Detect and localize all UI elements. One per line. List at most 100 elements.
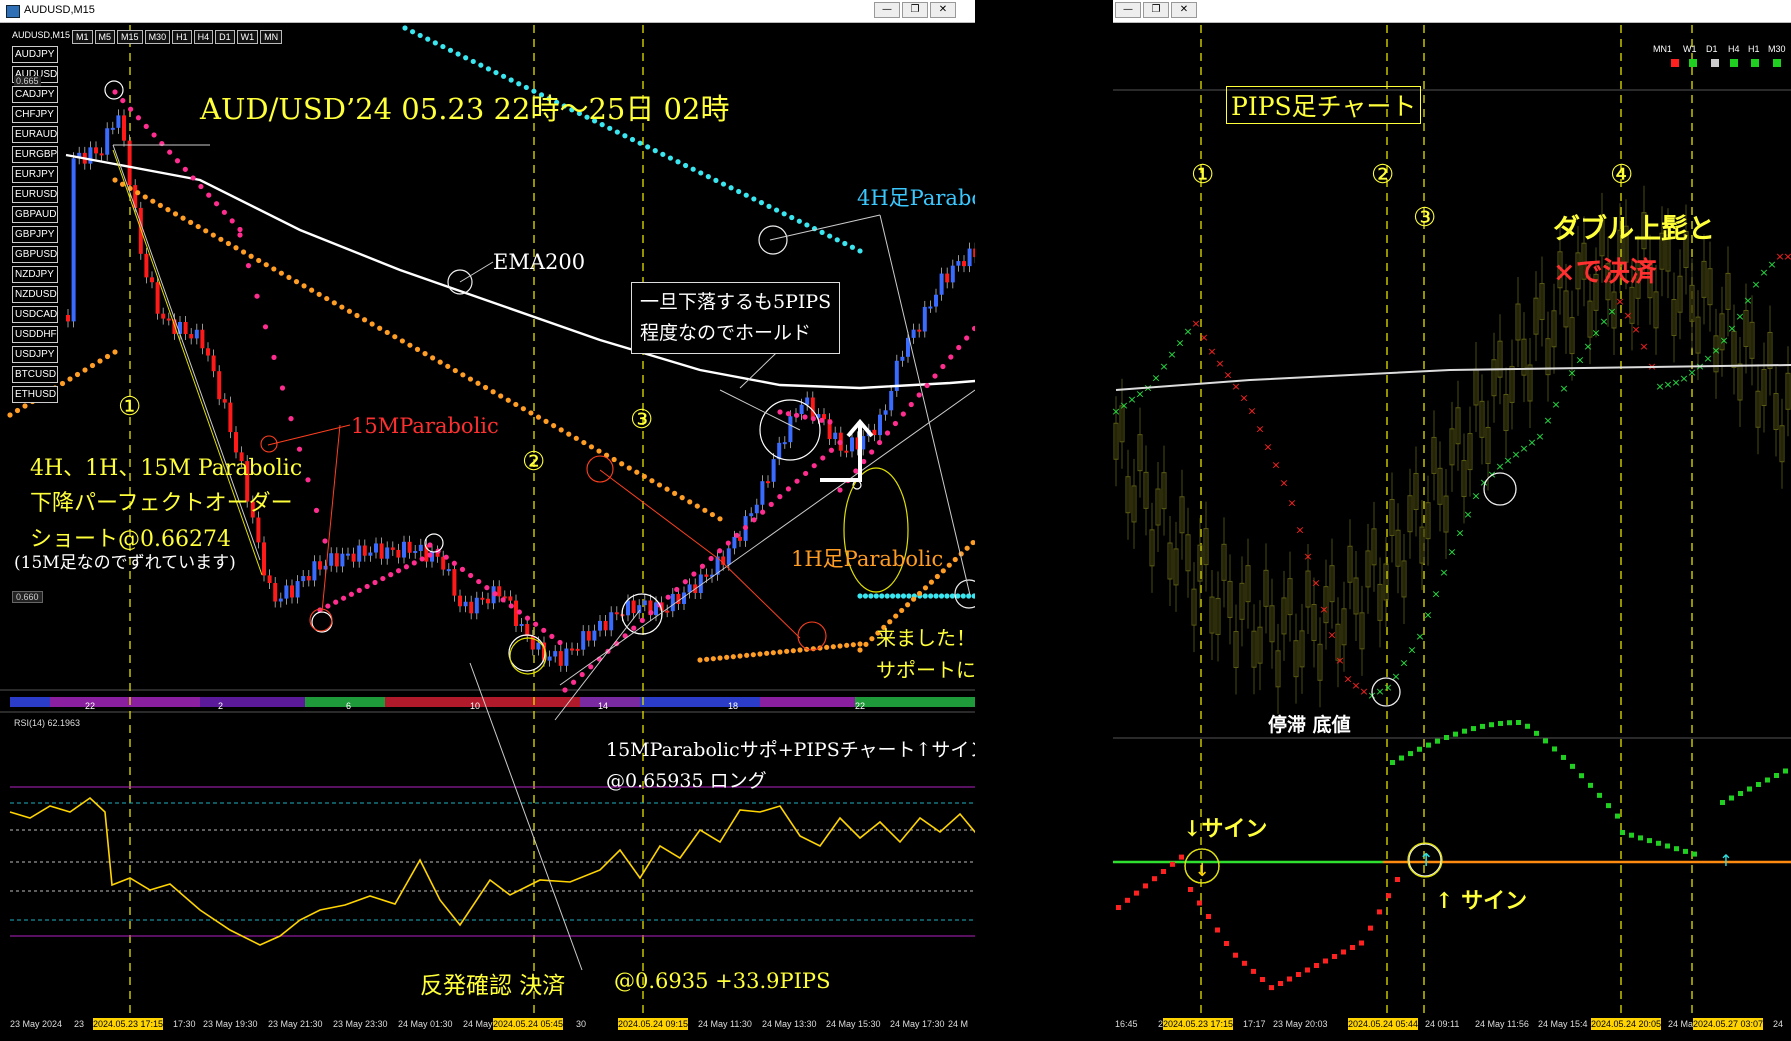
maximize-button[interactable]: ❐ (1143, 2, 1169, 18)
histogram-up-dot (1774, 773, 1779, 778)
parabolic-1h-dot (784, 648, 790, 654)
left-window-titlebar[interactable]: AUDUSD,M15 — ❐ ✕ (0, 0, 975, 23)
symbol-button[interactable]: USDJPY (12, 346, 58, 363)
parabolic-4h-dot (463, 55, 469, 61)
parabolic-15m-dot (811, 463, 817, 469)
bear-candle (810, 397, 815, 418)
parabolic-1h-dot (869, 636, 875, 642)
bear-candle (486, 598, 490, 604)
minimize-button[interactable]: — (874, 2, 900, 18)
histogram-down-dot (1386, 893, 1391, 899)
bear-candle (306, 576, 311, 581)
bear-candle (665, 610, 670, 613)
parabolic-1h-dot (928, 579, 935, 585)
parabolic-15m-dot (468, 572, 474, 579)
minimize-button[interactable]: — (1115, 2, 1141, 18)
bear-candle (122, 115, 126, 141)
symbol-button[interactable]: GBPJPY (12, 226, 58, 243)
histogram-up-dot (1417, 746, 1422, 752)
symbol-button[interactable]: EURUSD (12, 186, 58, 203)
right-window-titlebar[interactable]: — ❐ ✕ (1113, 0, 1791, 23)
histogram-up-dot (1507, 720, 1512, 726)
symbol-button[interactable]: CHFJPY (12, 106, 58, 123)
tf-status-label: H1 (1748, 44, 1760, 54)
histogram-up-dot (1747, 786, 1752, 792)
marker-number-3: ③ (630, 405, 654, 435)
tf-button-m30[interactable]: M30 (144, 30, 171, 44)
parabolic-1h-dot (316, 291, 322, 297)
tf-button-h4[interactable]: H4 (193, 30, 214, 44)
parabolic-1h-dot (430, 355, 436, 361)
symbol-button[interactable]: USDDHF (12, 326, 58, 343)
session-strip-segment (305, 697, 385, 707)
bull-candle (777, 442, 782, 460)
tf-button-h1[interactable]: H1 (172, 30, 192, 44)
parabolic-15m-dot (674, 586, 680, 593)
parabolic-1h-dot (710, 656, 716, 662)
bull-candle (782, 442, 787, 445)
tf-button-m5[interactable]: M5 (94, 30, 116, 44)
marker-number-2: ② (1371, 160, 1395, 190)
bull-candle (911, 329, 916, 338)
symbol-button[interactable]: AUDJPY (12, 46, 58, 63)
parabolic-15m-dot (956, 344, 962, 351)
bull-candle (295, 581, 300, 598)
bear-candle (614, 612, 619, 615)
tf-button-d1[interactable]: D1 (215, 30, 235, 44)
parabolic-1h-dot (331, 300, 337, 306)
parabolic-15m-dot (648, 610, 654, 616)
symbol-button[interactable]: ETHUSD (12, 386, 58, 403)
symbol-button[interactable]: EURJPY (12, 166, 58, 183)
parabolic-15m-dot (699, 563, 706, 569)
parabolic-1h-dot (256, 257, 262, 264)
symbol-button[interactable]: NZDUSD (12, 286, 58, 303)
symbol-button[interactable]: GBPAUD (12, 206, 58, 223)
close-button[interactable]: ✕ (930, 2, 956, 18)
parabolic-1h-dot (717, 655, 723, 661)
parabolic-4h-dot (862, 593, 869, 599)
tf-button-m1[interactable]: M1 (72, 30, 93, 44)
parabolic-15m-dot (802, 414, 808, 420)
highlight-circle (797, 621, 827, 651)
histogram-up-dot (1629, 832, 1634, 838)
session-strip-segment (855, 697, 975, 707)
tf-button-mn[interactable]: MN (260, 30, 283, 44)
parabolic-15m-dot (908, 401, 914, 408)
symbol-button[interactable]: GBPUSD (12, 246, 58, 263)
tf-button-m15[interactable]: M15 (117, 30, 143, 44)
symbol-button[interactable]: EURGBP (12, 146, 58, 163)
marker-number-1: ① (1191, 160, 1215, 190)
histogram-down-dot (1206, 914, 1211, 919)
symbol-button[interactable]: BTCUSD (12, 366, 58, 383)
histogram-up-dot (1674, 846, 1679, 852)
parabolic-15m-dot (570, 679, 577, 685)
left-chart-window[interactable]: AUDUSD,M15 — ❐ ✕ AUDUSD,M15 M1 M5 M15 M3… (0, 0, 975, 1041)
parabolic-1h-dot (704, 656, 710, 662)
maximize-button[interactable]: ❐ (902, 2, 928, 18)
tf-button-w1[interactable]: W1 (236, 30, 259, 44)
parabolic-1h-dot (97, 358, 103, 364)
symbol-button[interactable]: USDCAD (12, 306, 58, 323)
parabolic-1h-dot (910, 596, 917, 602)
tf-status-label: MN1 (1653, 44, 1673, 54)
right-pips-chart-window[interactable]: — ❐ ✕ × × × × × × × × × × × × × × × × × × × × × × × × × × × × × × × × × ×… (1113, 0, 1791, 1041)
bear-candle (189, 334, 194, 339)
histogram-up-dot (1561, 754, 1566, 760)
histogram-up-dot (1656, 840, 1661, 846)
parabolic-1h-dot (422, 351, 428, 357)
parabolic-4h-dot (773, 207, 780, 213)
symbol-button[interactable]: CADJPY (12, 86, 58, 103)
parabolic-1h-dot (724, 654, 730, 660)
histogram-down-dot (1116, 905, 1121, 910)
symbol-button[interactable]: NZDJPY (12, 266, 58, 283)
parabolic-15m-dot (112, 89, 118, 95)
parabolic-15m-dot (876, 439, 883, 446)
parabolic-1h-dot (709, 511, 716, 518)
parabolic-15m-dot (557, 639, 563, 646)
close-button[interactable]: ✕ (1171, 2, 1197, 18)
parabolic-15m-dot (143, 123, 149, 129)
parabolic-1h-dot (702, 507, 708, 513)
symbol-button[interactable]: EURAUD (12, 126, 58, 143)
parabolic-1h-dot (233, 245, 239, 251)
histogram-down-dot (1251, 968, 1256, 974)
